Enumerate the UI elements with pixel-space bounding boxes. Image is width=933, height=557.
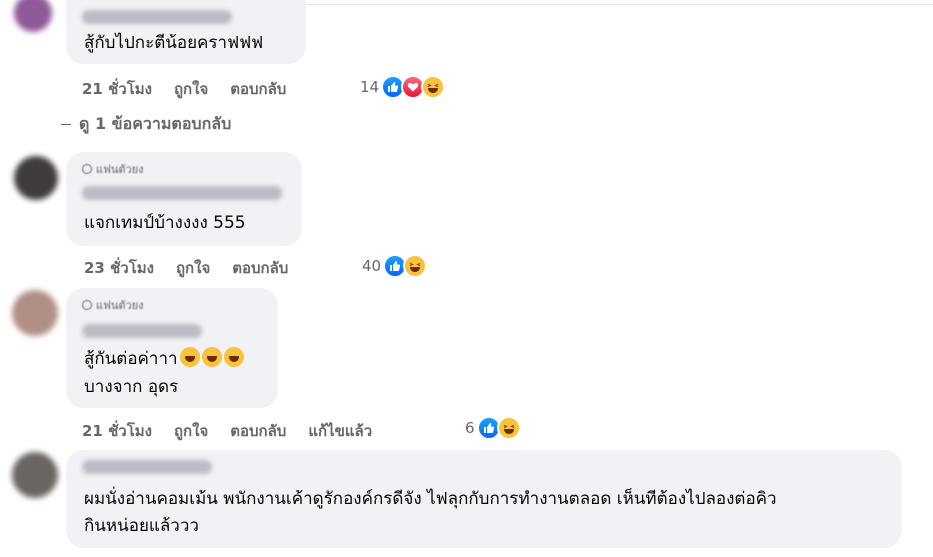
comment-bubble: แฟนตัวยง สู้กันต่อค่าาา บางจาก อุดร [66,288,278,408]
reply-button[interactable]: ตอบกลับ [230,77,286,101]
comment-text: บางจาก อุดร [84,377,179,397]
rofl-emoji [179,347,200,367]
like-button[interactable]: ถูกใจ [176,256,210,280]
comment-time[interactable]: 21 ชั่วโมง [82,419,152,443]
reply-thread-line [61,123,71,126]
author-name-blurred[interactable] [82,460,212,474]
reaction-count: 40 [362,257,382,275]
view-replies-label: ดู 1 ข้อความตอบกลับ [79,114,232,133]
author-name-blurred[interactable] [82,324,202,338]
like-button[interactable]: ถูกใจ [174,419,208,443]
comment-text: แจกเทมป์บ้างงงง 555 [84,213,246,233]
avatar[interactable] [12,452,58,498]
comment-bubble: ผมนั่งอ่านคอมเม้น พนักงานเค้าดูรักองค์กร… [66,450,902,548]
comment-actions: 21 ชั่วโมง ถูกใจ ตอบกลับ แก้ไขแล้ว [82,419,394,443]
avatar[interactable] [14,0,52,32]
fan-badge: แฟนตัวยง [82,160,144,178]
top-fan-icon [82,300,92,310]
comment-text: สู้กันต่อค่าาา [84,346,244,372]
author-name-blurred[interactable] [82,186,282,200]
reaction-summary[interactable]: 40 [362,254,428,278]
comment-text: ผมนั่งอ่านคอมเม้น พนักงานเค้าดูรักองค์กร… [84,489,777,509]
reaction-count: 6 [465,419,475,437]
like-button[interactable]: ถูกใจ [174,77,208,101]
rofl-emoji [223,347,244,367]
avatar[interactable] [12,290,58,336]
haha-icon [421,75,446,99]
view-replies-link[interactable]: ดู 1 ข้อความตอบกลับ [61,112,231,137]
reply-button[interactable]: ตอบกลับ [232,256,288,280]
haha-icon [496,416,521,440]
comment-bubble: แฟนตัวยง แจกเทมป์บ้างงงง 555 [66,152,302,246]
avatar[interactable] [14,156,58,200]
top-fan-icon [82,164,92,174]
comment-actions: 23 ชั่วโมง ถูกใจ ตอบกลับ [84,256,310,280]
comment-time[interactable]: 21 ชั่วโมง [82,77,152,101]
reaction-summary[interactable]: 6 [465,416,521,440]
comment-text-line: สู้กันต่อค่าาา [84,349,178,369]
fan-badge: แฟนตัวยง [82,296,144,314]
rofl-emoji [201,347,222,367]
comment-text: กินหน่อยแล้ววว [84,516,199,536]
reaction-count: 14 [360,78,380,96]
comment-time[interactable]: 23 ชั่วโมง [84,256,154,280]
author-name-blurred[interactable] [82,10,232,24]
comment-text: สู้กับไปกะตีน้อยคราฟฟฟ [84,33,264,53]
haha-icon [403,254,428,278]
divider [262,4,933,5]
comment-actions: 21 ชั่วโมง ถูกใจ ตอบกลับ [82,77,308,101]
comment-bubble: สู้กับไปกะตีน้อยคราฟฟฟ [66,0,306,64]
reaction-summary[interactable]: 14 [360,75,446,99]
edited-label[interactable]: แก้ไขแล้ว [308,419,372,443]
reply-button[interactable]: ตอบกลับ [230,419,286,443]
